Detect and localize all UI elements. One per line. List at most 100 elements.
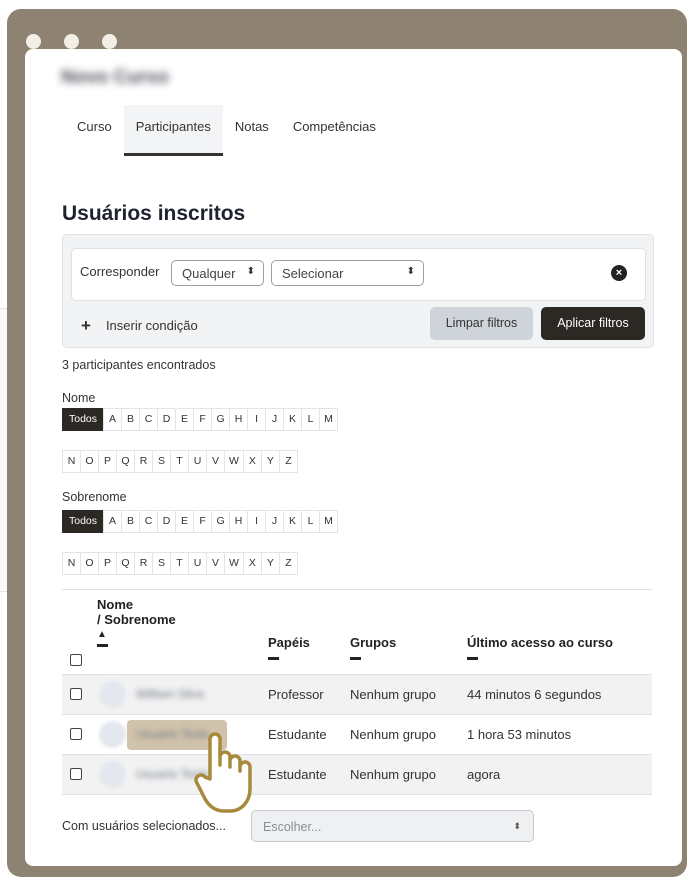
window-dot-minimize[interactable] [64, 34, 79, 49]
first-name-initial-s[interactable]: S [152, 450, 171, 473]
table-row: Usuario Teste Estudante Nenhum grupo ago… [62, 755, 652, 795]
last-name-initial-c[interactable]: C [139, 510, 159, 533]
clear-filters-button[interactable]: Limpar filtros [430, 307, 533, 340]
name-column-header[interactable]: Nome / Sobrenome ▲ [97, 597, 176, 647]
first-name-initial-q[interactable]: Q [116, 450, 135, 473]
match-select[interactable]: Qualquer ⬍ [171, 260, 264, 286]
window-dot-close[interactable] [26, 34, 41, 49]
last-name-initial-k[interactable]: K [283, 510, 303, 533]
match-label: Corresponder [80, 264, 160, 279]
tab-participantes[interactable]: Participantes [123, 105, 223, 156]
main-panel: Novo Curso Curso Participantes Notas Com… [25, 49, 682, 866]
first-name-initial-i[interactable]: I [247, 408, 267, 431]
first-name-initial-d[interactable]: D [157, 408, 177, 431]
condition-select[interactable]: Selecionar ⬍ [271, 260, 424, 286]
last-name-initial-l[interactable]: L [301, 510, 321, 533]
select-arrows-icon: ⬍ [246, 266, 255, 277]
initial-filter-all[interactable]: Todos [62, 408, 105, 431]
close-circle-icon[interactable]: × [611, 265, 627, 281]
first-name-initial-a[interactable]: A [103, 408, 123, 431]
last-name-initial-b[interactable]: B [121, 510, 141, 533]
last-name-initials-row2: NOPQRSTUVWXYZ [62, 552, 298, 575]
first-name-initial-c[interactable]: C [139, 408, 159, 431]
last-name-initial-t[interactable]: T [170, 552, 189, 575]
roles-column-header[interactable]: Papéis [268, 635, 310, 660]
collapse-column-icon[interactable] [467, 657, 478, 660]
role-cell[interactable]: Professor [268, 687, 324, 702]
select-arrows-icon: ⬍ [406, 266, 415, 277]
first-name-label: Nome [62, 391, 96, 405]
last-name-initial-p[interactable]: P [98, 552, 117, 575]
last-name-initial-v[interactable]: V [206, 552, 225, 575]
first-name-initial-e[interactable]: E [175, 408, 195, 431]
first-name-initial-m[interactable]: M [319, 408, 339, 431]
last-name-initial-s[interactable]: S [152, 552, 171, 575]
first-name-initial-f[interactable]: F [193, 408, 213, 431]
first-name-initial-p[interactable]: P [98, 450, 117, 473]
last-name-initial-f[interactable]: F [193, 510, 213, 533]
row-checkbox[interactable] [70, 688, 82, 700]
last-name-initial-z[interactable]: Z [278, 552, 298, 575]
last-name-initial-n[interactable]: N [62, 552, 81, 575]
bulk-action-select[interactable]: Escolher... ⬍ [251, 810, 534, 842]
select-all-checkbox[interactable] [70, 654, 82, 666]
first-name-initial-l[interactable]: L [301, 408, 321, 431]
last-name-initial-r[interactable]: R [134, 552, 153, 575]
first-name-initial-z[interactable]: Z [278, 450, 298, 473]
row-checkbox[interactable] [70, 768, 82, 780]
role-cell[interactable]: Estudante [268, 727, 327, 742]
last-name-initial-g[interactable]: G [211, 510, 231, 533]
last-name-initial-j[interactable]: J [265, 510, 285, 533]
last-name-initial-i[interactable]: I [247, 510, 267, 533]
last-name-initial-q[interactable]: Q [116, 552, 135, 575]
first-name-initial-b[interactable]: B [121, 408, 141, 431]
first-name-initial-x[interactable]: X [242, 450, 262, 473]
first-name-initial-v[interactable]: V [206, 450, 225, 473]
participants-table: Nome / Sobrenome ▲ Papéis Grupos Último … [62, 589, 652, 795]
first-name-initial-n[interactable]: N [62, 450, 81, 473]
first-name-initial-t[interactable]: T [170, 450, 189, 473]
last-name-initial-u[interactable]: U [188, 552, 207, 575]
last-name-initial-w[interactable]: W [224, 552, 244, 575]
groups-column-header[interactable]: Grupos [350, 635, 396, 660]
last-name-initial-x[interactable]: X [242, 552, 262, 575]
last-name-initial-y[interactable]: Y [260, 552, 280, 575]
last-name-initial-e[interactable]: E [175, 510, 195, 533]
row-checkbox[interactable] [70, 728, 82, 740]
tab-competencias[interactable]: Competências [281, 105, 388, 155]
role-cell[interactable]: Estudante [268, 767, 327, 782]
first-name-initial-u[interactable]: U [188, 450, 207, 473]
add-condition-button[interactable]: + Inserir condição [81, 315, 198, 335]
avatar [99, 761, 126, 788]
last-name-label: Sobrenome [62, 490, 127, 504]
last-name-initial-d[interactable]: D [157, 510, 177, 533]
bulk-action-placeholder: Escolher... [263, 820, 322, 834]
apply-filters-button[interactable]: Aplicar filtros [541, 307, 645, 340]
last-access-cell: 44 minutos 6 segundos [467, 687, 602, 702]
initial-filter-all[interactable]: Todos [62, 510, 105, 533]
group-cell: Nenhum grupo [350, 727, 436, 742]
first-name-initial-w[interactable]: W [224, 450, 244, 473]
tab-curso[interactable]: Curso [65, 105, 124, 155]
last-name-initial-a[interactable]: A [103, 510, 123, 533]
last-name-initial-m[interactable]: M [319, 510, 339, 533]
filter-condition-row: Corresponder Qualquer ⬍ Selecionar ⬍ × [71, 248, 646, 301]
collapse-column-icon[interactable] [268, 657, 279, 660]
collapse-column-icon[interactable] [350, 657, 361, 660]
tab-notas[interactable]: Notas [223, 105, 281, 155]
last-access-column-header[interactable]: Último acesso ao curso [467, 635, 613, 660]
first-name-initial-g[interactable]: G [211, 408, 231, 431]
collapse-column-icon[interactable] [97, 644, 108, 647]
last-name-initial-h[interactable]: H [229, 510, 249, 533]
first-name-initial-h[interactable]: H [229, 408, 249, 431]
window-dot-maximize[interactable] [102, 34, 117, 49]
first-name-initial-j[interactable]: J [265, 408, 285, 431]
participant-name-link[interactable]: William Silva [136, 687, 204, 701]
first-name-initial-k[interactable]: K [283, 408, 303, 431]
last-name-initial-o[interactable]: O [80, 552, 99, 575]
first-name-initial-y[interactable]: Y [260, 450, 280, 473]
tab-bar: Curso Participantes Notas Competências [65, 105, 388, 156]
first-name-initial-o[interactable]: O [80, 450, 99, 473]
first-name-initial-r[interactable]: R [134, 450, 153, 473]
last-access-cell: 1 hora 53 minutos [467, 727, 572, 742]
